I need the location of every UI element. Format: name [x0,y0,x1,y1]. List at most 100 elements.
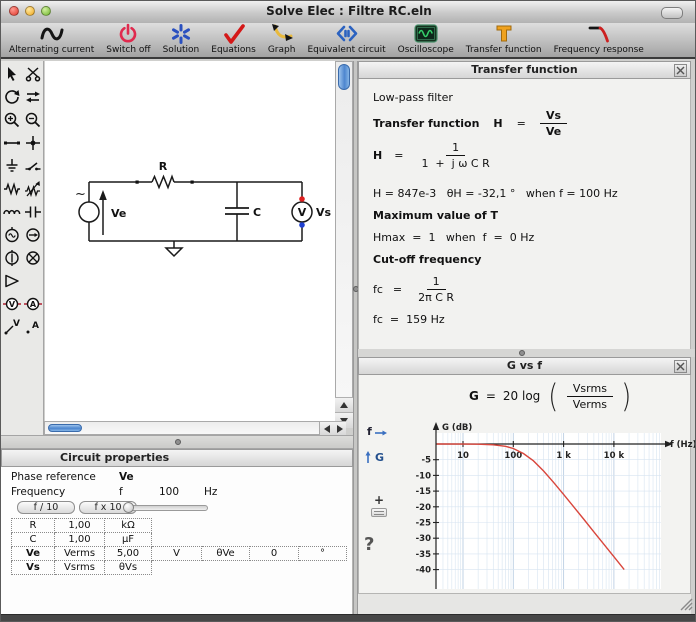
dc-source-tool[interactable] [1,246,22,269]
toolbar-item-equivalent-circuit[interactable]: Equivalent circuit [307,23,385,55]
transfer-function-panel-header[interactable]: Transfer function [358,61,691,79]
horizontal-splitter-right[interactable] [358,349,696,357]
resize-grip[interactable] [678,596,693,611]
toolbar-item-label: Equations [211,45,256,55]
scroll-left-button[interactable] [320,421,333,435]
splitter-handle-dot[interactable] [519,350,525,356]
horizontal-splitter-left[interactable] [1,435,353,449]
frequency-symbol: f [119,486,123,498]
y-tick-label: -15 [416,487,431,497]
toolbar-item-solution[interactable]: Solution [163,23,200,55]
ve-label: Ve [111,207,126,220]
opamp-tool[interactable] [1,269,22,292]
scroll-right-button[interactable] [333,421,346,435]
x-axis-variable-button[interactable]: f [367,425,388,438]
toolbar-item-graph[interactable]: Graph [268,23,296,55]
zoom-in-tool[interactable] [1,108,22,131]
frequency-value[interactable]: 100 [159,486,179,498]
add-curve-button[interactable]: + [371,493,387,517]
phase-unit-cell[interactable]: ° [299,547,347,561]
component-value-cell[interactable]: 1,00 [55,533,105,547]
scope-screen-icon [413,23,439,44]
y-axis-title: G (dB) [442,423,472,433]
burst-icon [170,23,192,44]
horizontal-scrollbar-thumb[interactable] [48,424,82,432]
wire-tool[interactable] [1,131,22,154]
fc-value-line: fc = 159 Hz [373,313,445,326]
component-value-cell[interactable]: 1,00 [55,519,105,533]
current-source-tool[interactable] [22,223,43,246]
component-name-cell[interactable]: Vs [12,561,55,575]
g-panel-bottom-strip [358,593,691,614]
schematic-canvas[interactable]: ~ R C Ve V Vs [45,61,335,421]
component-name-cell[interactable]: R [12,519,55,533]
ac-source-tool[interactable] [1,223,22,246]
voltmeter-tool[interactable]: V [1,292,22,315]
component-value-cell[interactable]: 5,00 [105,547,152,561]
toolbar-item-transfer-function[interactable]: Transfer function [466,23,542,55]
equivalent-icon [334,23,360,44]
current-probe-tool[interactable]: A [22,315,43,338]
ammeter-icon: A [24,295,42,313]
component-quantity-cell[interactable]: Vsrms [55,561,105,575]
toolbar-item-alternating-current[interactable]: Alternating current [9,24,94,55]
splitter-handle-dot[interactable] [175,439,181,445]
y-axis-variable-button[interactable]: G [363,450,384,464]
ac-source-icon [3,226,21,244]
y-tick-label: -40 [416,566,431,576]
component-unit-cell[interactable]: µF [105,533,152,547]
ammeter-tool[interactable]: A [22,292,43,315]
freq-divide-button[interactable]: f / 10 [17,501,75,514]
lamp-tool[interactable] [22,246,43,269]
ground-tool[interactable] [1,154,22,177]
inductor-tool[interactable] [1,200,22,223]
select-tool[interactable] [1,62,22,85]
phase-value-cell[interactable]: 0 [250,547,299,561]
g-vs-f-panel-header[interactable]: G vs f [358,357,691,375]
resistor-tool[interactable] [1,177,22,200]
circuit-properties-header[interactable]: Circuit properties [1,449,353,467]
horizontal-scrollbar[interactable] [44,421,320,435]
flip-tool[interactable] [22,85,43,108]
close-icon [676,66,685,75]
voltage-probe-icon: V [3,318,21,336]
table-row: C 1,00 µF [12,533,347,547]
y-tick-label: -10 [416,471,431,481]
svg-text:V: V [8,300,15,309]
cut-tool[interactable] [22,62,43,85]
switch-icon [24,157,42,175]
help-button[interactable]: ? [364,534,374,555]
voltage-probe-tool[interactable]: V [1,315,22,338]
zoom-out-tool[interactable] [22,108,43,131]
phase-quantity-cell[interactable]: θVs [105,561,152,575]
component-name-cell[interactable]: Ve [12,547,55,561]
fc-expression: fc = 1 2π C R [373,275,460,304]
node-tool[interactable] [22,131,43,154]
frequency-slider[interactable] [126,505,208,511]
phase-reference-value[interactable]: Ve [119,471,134,483]
close-panel-button[interactable] [674,360,687,373]
component-unit-cell[interactable]: V [152,547,202,561]
rotate-tool[interactable] [1,85,22,108]
phase-quantity-cell[interactable]: θVe [202,547,250,561]
component-unit-cell[interactable]: kΩ [105,519,152,533]
component-quantity-cell[interactable]: Verms [55,547,105,561]
toolbar-item-oscilloscope[interactable]: Oscilloscope [398,23,454,55]
vertical-scrollbar-thumb[interactable] [338,64,350,90]
rheostat-tool[interactable] [22,177,43,200]
capacitor-tool[interactable] [22,200,43,223]
toolbar-item-equations[interactable]: Equations [211,23,256,55]
scroll-up-button[interactable] [335,397,353,412]
frequency-slider-knob[interactable] [123,502,134,513]
curve-arrows-icon [270,23,294,44]
vertical-scrollbar[interactable] [335,61,353,428]
toolbar-item-switch-off[interactable]: Switch off [106,23,150,55]
switch-tool[interactable] [22,154,43,177]
toolbar-item-frequency-response[interactable]: Frequency response [554,23,644,55]
frequency-unit: Hz [204,486,217,498]
window-bottom-edge [1,614,696,622]
component-name-cell[interactable]: C [12,533,55,547]
x-tick-label: 10 k [604,451,625,461]
toolbar-toggle-widget[interactable] [661,7,683,19]
close-panel-button[interactable] [674,64,687,77]
